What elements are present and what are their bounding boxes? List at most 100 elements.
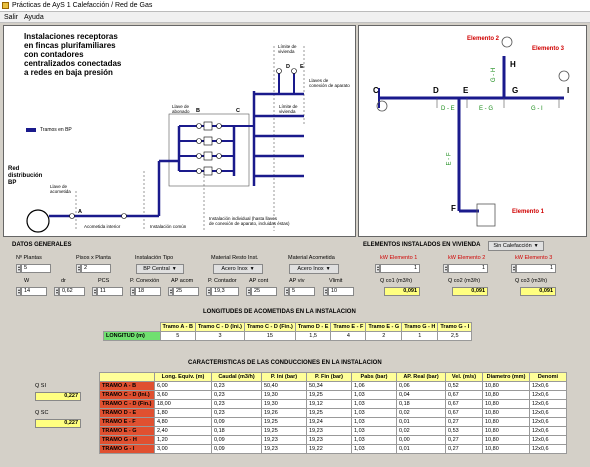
red-label-line-1: Red — [8, 166, 20, 172]
table-cell: 19,25 — [306, 390, 352, 400]
longitudes-header: Tramo G - I — [437, 322, 473, 332]
segment-ef-label: E - F — [446, 152, 453, 166]
limite-vivienda-2-line-2: vivienda — [279, 109, 296, 114]
table-cell: 0,23 — [211, 399, 262, 409]
table-cell: 0,02 — [396, 426, 446, 436]
table-cell: 0,53 — [445, 426, 483, 436]
longitudes-table: Tramo A - B Tramo C - D (Ini.) Tramo C -… — [103, 322, 473, 341]
tipo-label: Instalación Tipo — [135, 255, 174, 261]
table-cell: 19,30 — [261, 390, 307, 400]
mat-acom-dropdown[interactable]: Acero Inox ▼ — [289, 264, 339, 274]
longitudes-header: Tramo G - H — [401, 322, 439, 332]
table-cell: 0,27 — [445, 444, 483, 454]
table-cell: 0,52 — [445, 381, 483, 391]
llave-acometida-label: Llave de acometida — [50, 184, 71, 194]
llave-acometida-line-2: acometida — [50, 189, 71, 194]
conducciones-section: CARACTERISTICAS DE LAS CONDUCCIONES EN L… — [3, 350, 587, 465]
longitud-cell[interactable]: 1,5 — [294, 331, 332, 341]
table-cell: 12x0,6 — [529, 417, 567, 427]
longitud-cell[interactable]: 15 — [243, 331, 296, 341]
segment-gi-label: G - I — [531, 106, 543, 112]
vmit-field[interactable]: 10 — [328, 287, 354, 296]
limite-vivienda-1-line-2: vivienda — [278, 49, 295, 54]
tramo-label-cell: TRAMO G - H — [99, 435, 155, 445]
dwelling-diagram: Elemento 2 Elemento 3 Elemento 1 C D E G… — [358, 25, 587, 237]
longitud-cell[interactable]: 2,5 — [437, 331, 473, 341]
longitudes-title: LONGITUDES DE ACOMETIDAS EN LA INSTALACI… — [203, 309, 356, 315]
kw3-field[interactable]: 1 — [516, 264, 556, 273]
instalacion-individual-line-2: de conexión de aparato, incluidas éstas) — [209, 221, 290, 226]
acometida-interior-label: Acometida interior — [84, 224, 121, 229]
pcont-field[interactable]: 19,3 — [211, 287, 239, 296]
conducciones-header: Denomi — [529, 372, 567, 382]
conducciones-header: Vel. (m/s) — [445, 372, 483, 382]
table-cell: 19,25 — [261, 417, 307, 427]
point-d-right-label: D — [433, 86, 439, 95]
longitud-cell[interactable]: 3 — [194, 331, 245, 341]
mat-resto-value: Acero Inox — [221, 266, 248, 272]
n-plantas-field[interactable]: 5 — [21, 264, 51, 273]
point-g-right-label: G — [512, 86, 519, 95]
elemento-1-label: Elemento 1 — [512, 209, 545, 215]
apacom-field[interactable]: 25 — [173, 287, 199, 296]
table-cell: 19,30 — [261, 399, 307, 409]
table-cell: 1,03 — [351, 399, 397, 409]
table-cell: 12x0,6 — [529, 381, 567, 391]
apcont-field[interactable]: 25 — [251, 287, 277, 296]
dr-field[interactable]: 0,62 — [59, 287, 85, 296]
conducciones-table: Long. Equiv. (m) Caudal (m3/h) P. Ini (b… — [99, 372, 567, 454]
pcon-field[interactable]: 18 — [135, 287, 161, 296]
table-cell: 12x0,6 — [529, 399, 567, 409]
chevron-down-icon: ▼ — [533, 243, 539, 249]
table-cell: 3,60 — [154, 390, 212, 400]
longitudes-header: Tramo E - G — [365, 322, 403, 332]
instalacion-individual-label: Instalación individual (hasta llaves de … — [209, 216, 290, 226]
table-cell: 6,00 — [154, 381, 212, 391]
pisos-field[interactable]: 2 — [81, 264, 111, 273]
menu-salir[interactable]: Salir — [4, 14, 18, 21]
mat-resto-dropdown[interactable]: Acero Inox ▼ — [213, 264, 263, 274]
table-cell: 10,80 — [482, 417, 530, 427]
segment-de-label: D - E — [441, 106, 455, 112]
kw1-field[interactable]: 1 — [380, 264, 420, 273]
table-row: TRAMO A - B 6,00 0,23 50,40 50,34 1,06 0,06 0,5… — [99, 381, 567, 391]
pcon-label: P. Conexión — [130, 278, 160, 284]
llaves-conexion-line-2: conexión de aparato — [309, 83, 350, 88]
longitud-cell[interactable]: 5 — [159, 331, 196, 341]
longitud-cell[interactable]: 1 — [401, 331, 439, 341]
pcs-field[interactable]: 11 — [97, 287, 123, 296]
table-row: TRAMO E - G 2,40 0,18 19,25 19,23 1,03 0,02 0,5… — [99, 426, 567, 436]
longitud-cell[interactable]: 2 — [365, 331, 403, 341]
table-cell: 1,20 — [154, 435, 212, 445]
vmit-label: Vlimit — [329, 278, 343, 284]
longitud-cell[interactable]: 4 — [330, 331, 367, 341]
calefaccion-dropdown[interactable]: Sin Calefacción ▼ — [488, 241, 544, 251]
apviv-label: AP viv — [289, 278, 305, 284]
llaves-conexion-label: Llaves de conexión de aparato — [309, 78, 350, 88]
red-label-line-2: distribución — [8, 173, 43, 179]
point-f-right-label: F — [451, 204, 456, 213]
dr-label: dr — [61, 278, 66, 284]
table-cell: 0,67 — [445, 408, 483, 418]
table-row: TRAMO C - D (Fin.) 18,00 0,23 19,30 19,12 1,0… — [99, 399, 567, 409]
conducciones-header: P. Fin (bar) — [306, 372, 352, 382]
red-distribucion-tank — [26, 209, 50, 233]
point-e-right-label: E — [463, 86, 469, 95]
table-cell: 50,34 — [306, 381, 352, 391]
q3-label: Q co3 (m3/h) — [515, 278, 548, 284]
tramo-label-cell: TRAMO C - D (Ini.) — [99, 390, 155, 400]
menu-bar: Salir Ayuda — [0, 12, 590, 23]
table-cell: 19,25 — [261, 426, 307, 436]
tipo-dropdown[interactable]: BP Central ▼ — [136, 264, 184, 274]
kw2-field[interactable]: 1 — [448, 264, 488, 273]
w-field[interactable]: 14 — [21, 287, 47, 296]
menu-ayuda[interactable]: Ayuda — [24, 14, 44, 21]
installation-diagram: Instalaciones receptoras en fincas pluri… — [3, 25, 356, 237]
q1-field: 0,091 — [384, 287, 420, 296]
longitudes-header: Tramo A - B — [159, 322, 196, 332]
table-cell: 0,01 — [396, 417, 446, 427]
table-cell: 0,67 — [445, 390, 483, 400]
tramo-label-cell: TRAMO D - E — [99, 408, 155, 418]
apviv-field[interactable]: 5 — [289, 287, 315, 296]
point-c-label: C — [236, 108, 240, 114]
